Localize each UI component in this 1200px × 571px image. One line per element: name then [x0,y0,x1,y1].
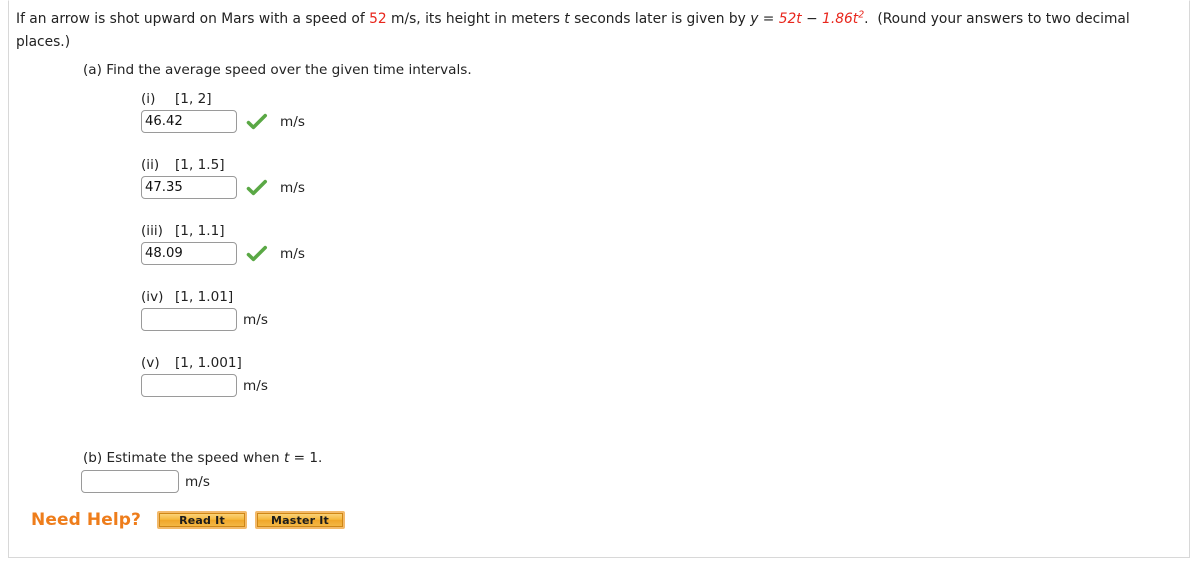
part-b-prompt-after: = 1. [289,450,323,466]
item-iv-roman: (iv) [141,289,164,305]
item-iii-unit: m/s [280,245,305,262]
problem-speed-value: 52 [369,11,387,27]
equation-term-linear: 52t [778,11,802,27]
item-ii-roman: (ii) [141,157,160,173]
item-i-roman: (i) [141,91,156,107]
problem-intro-before-speed: If an arrow is shot upward on Mars with … [16,11,370,27]
item-iv-interval: [1, 1.01] [175,289,234,305]
item-v-unit: m/s [243,377,268,394]
problem-statement: If an arrow is shot upward on Mars with … [16,8,1166,54]
item-v-interval: [1, 1.001] [175,355,242,371]
item-iv-answer-input[interactable] [141,308,237,331]
equation-term-quadratic: 1.86t [822,11,859,27]
check-icon [246,113,268,131]
item-ii-answer-input[interactable] [141,176,237,199]
need-help-row: Need Help? Read It Master It [31,510,345,530]
equation-period: . [864,11,869,27]
part-b-answer-input[interactable] [81,470,179,493]
item-i-unit: m/s [280,113,305,130]
part-a-item-ii: (ii) [1, 1.5] m/s [141,157,305,199]
part-a-item-i: (i) [1, 2] m/s [141,91,305,133]
item-ii-interval: [1, 1.5] [175,157,225,173]
item-i-label: (i) [1, 2] [141,91,305,107]
problem-card: If an arrow is shot upward on Mars with … [8,0,1190,558]
item-iii-label: (iii) [1, 1.1] [141,223,305,239]
item-iv-unit: m/s [243,311,268,328]
item-i-answer-input[interactable] [141,110,237,133]
part-a-item-iii: (iii) [1, 1.1] m/s [141,223,305,265]
equation-equals: = [758,11,779,27]
master-it-button[interactable]: Master It [255,511,345,529]
read-it-button-label: Read It [159,513,245,527]
item-iv-label: (iv) [1, 1.01] [141,289,268,305]
item-v-label: (v) [1, 1.001] [141,355,268,371]
item-i-interval: [1, 2] [175,91,212,107]
problem-intro-after-speed: m/s, its height in meters [386,11,565,27]
check-icon [246,179,268,197]
need-help-label: Need Help? [31,510,141,530]
item-ii-unit: m/s [280,179,305,196]
part-b-prompt-before: (b) Estimate the speed when [83,450,284,466]
check-icon [246,245,268,263]
item-v-roman: (v) [141,355,160,371]
read-it-button[interactable]: Read It [157,511,247,529]
part-a-prompt: (a) Find the average speed over the give… [83,62,472,78]
part-b-prompt: (b) Estimate the speed when t = 1. [83,450,322,466]
part-b-unit: m/s [185,473,210,490]
item-iii-roman: (iii) [141,223,163,239]
problem-intro-after-var: seconds later is given by [569,11,751,27]
part-a-item-iv: (iv) [1, 1.01] m/s [141,289,268,331]
part-a-item-v: (v) [1, 1.001] m/s [141,355,268,397]
item-ii-label: (ii) [1, 1.5] [141,157,305,173]
item-v-answer-input[interactable] [141,374,237,397]
part-b-answer-row: m/s [81,470,210,493]
equation-minus: − [801,11,823,27]
item-iii-answer-input[interactable] [141,242,237,265]
master-it-button-label: Master It [257,513,343,527]
item-iii-interval: [1, 1.1] [175,223,225,239]
